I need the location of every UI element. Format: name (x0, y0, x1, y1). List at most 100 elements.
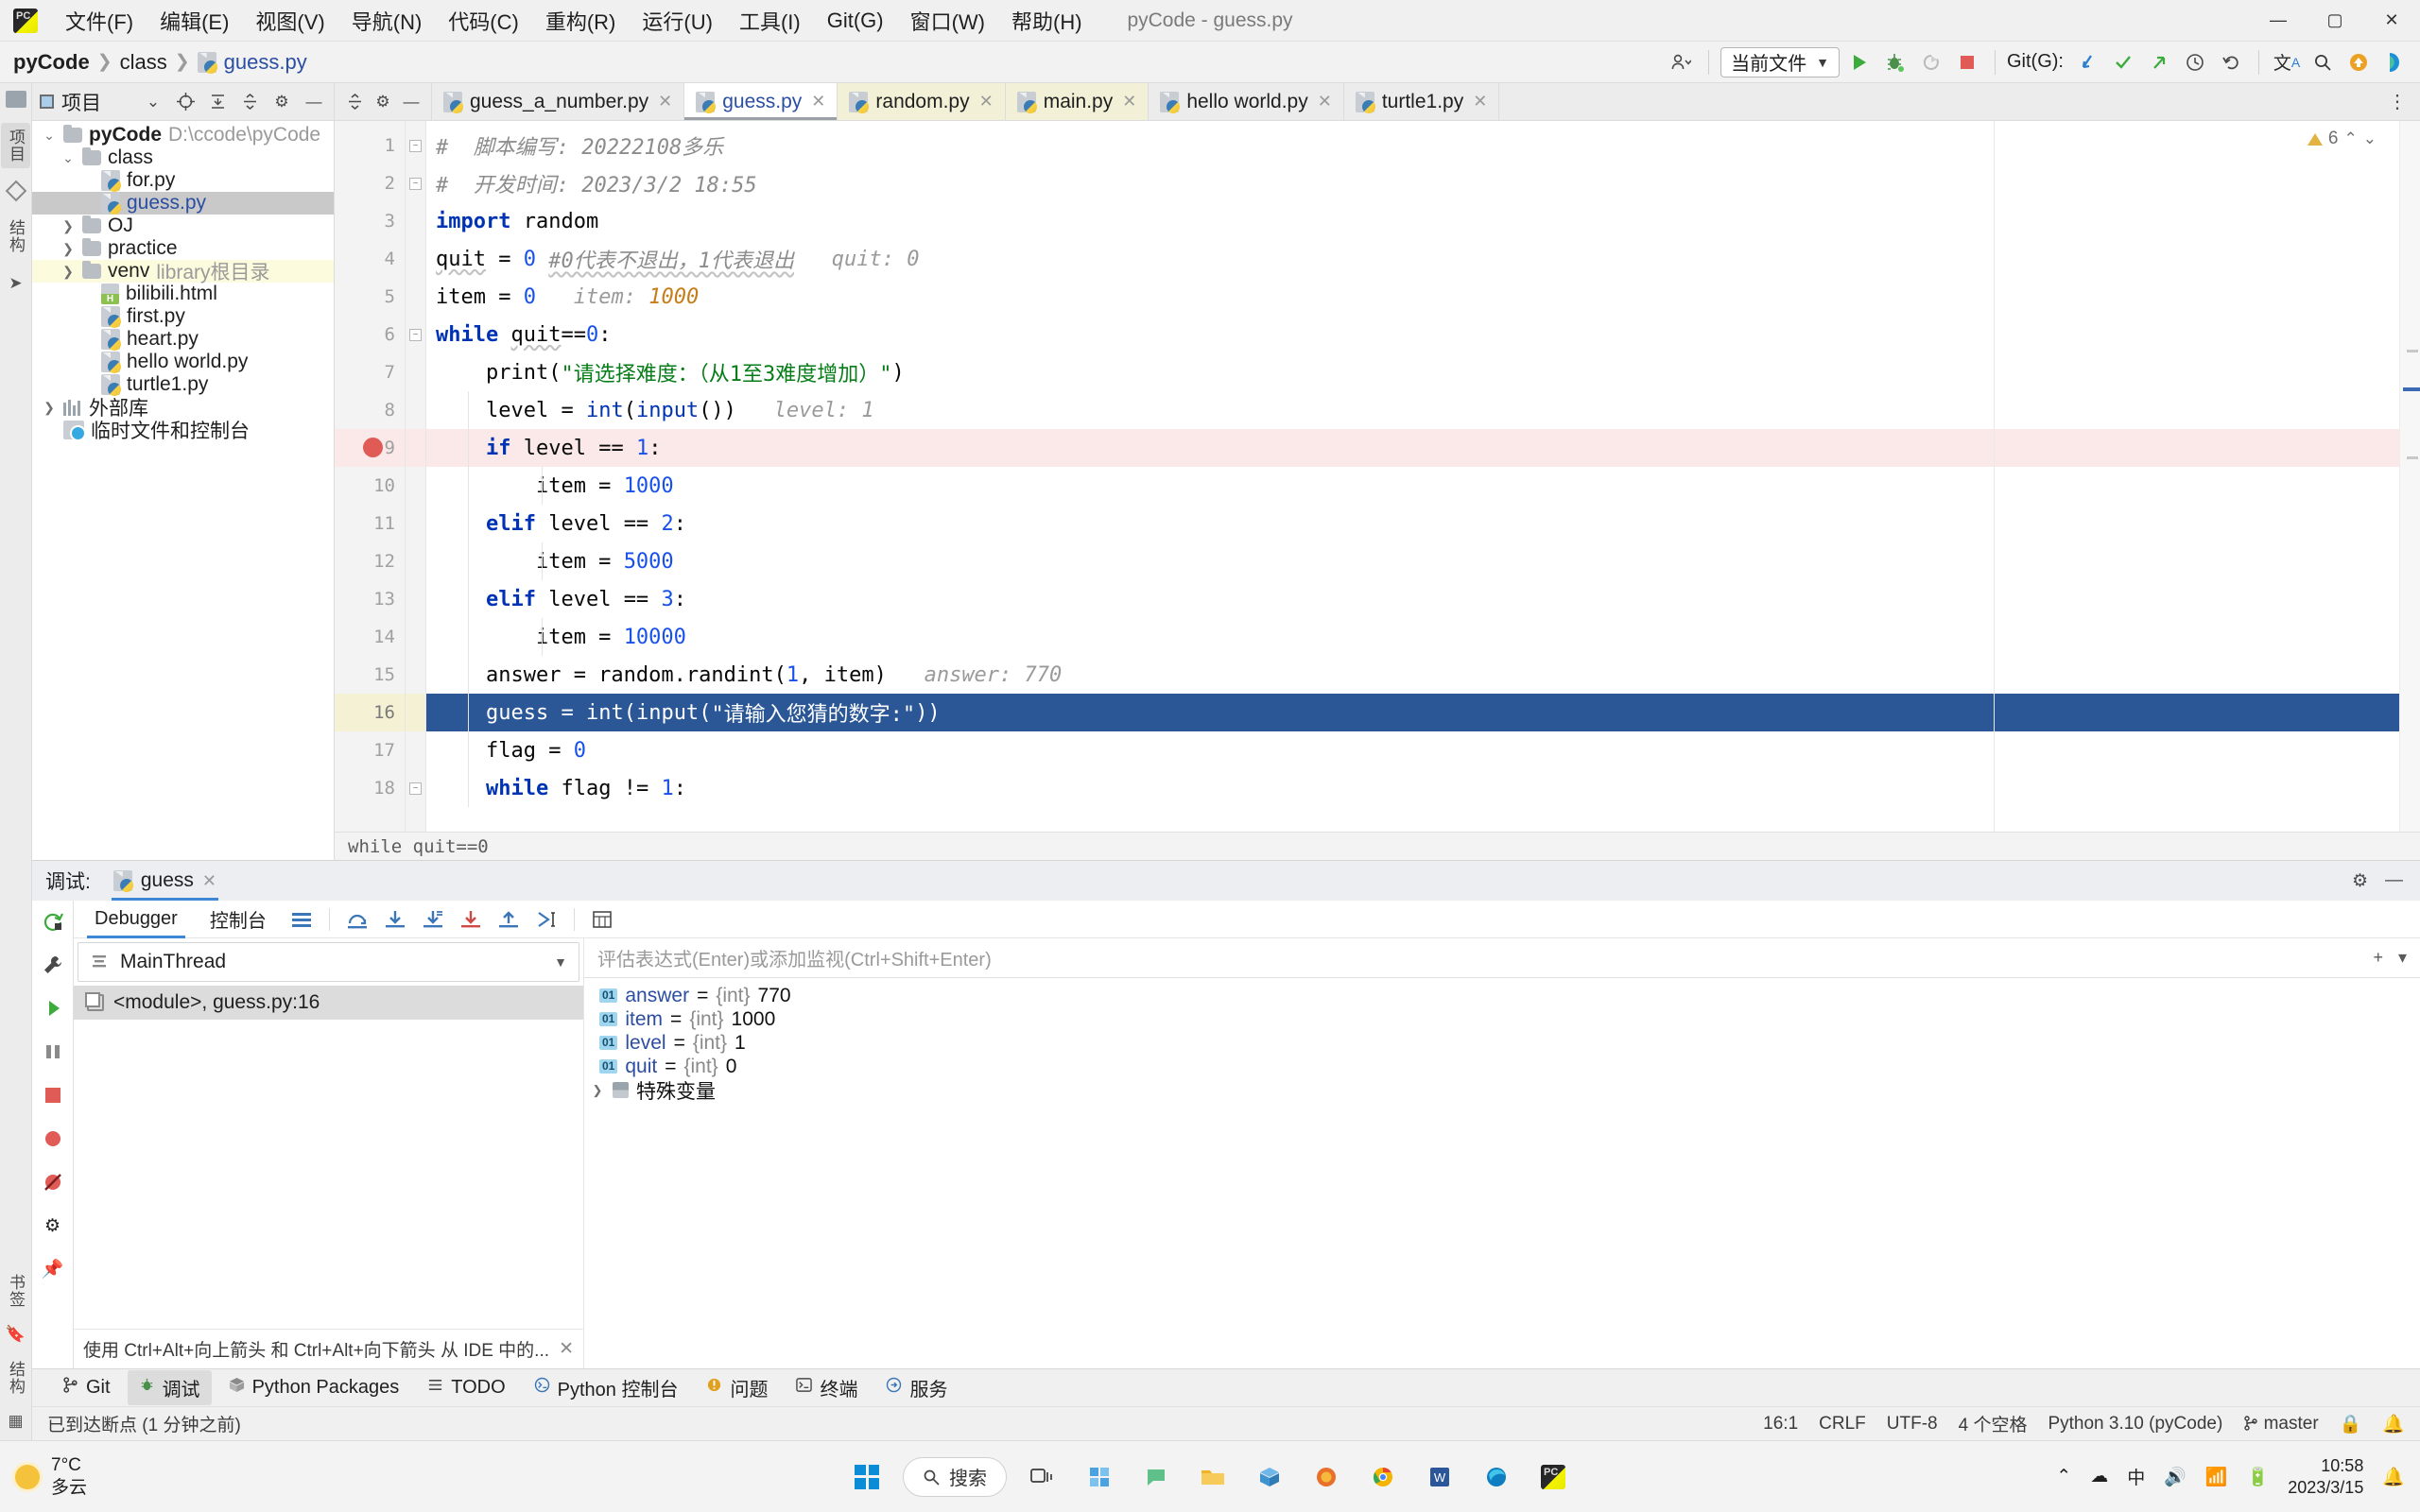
close-icon[interactable]: ✕ (1473, 92, 1487, 112)
menu-view[interactable]: 视图(V) (243, 1, 337, 41)
run-to-cursor-icon[interactable] (530, 905, 562, 934)
tree-row[interactable]: heart.py (32, 328, 334, 351)
fold-gutter[interactable]: − − − − (406, 121, 426, 832)
firefox-icon[interactable] (1305, 1456, 1347, 1498)
tree-row[interactable]: bilibili.html (32, 283, 334, 305)
breadcrumb-project[interactable]: pyCode (13, 50, 90, 75)
menu-refactor[interactable]: 重构(R) (533, 1, 629, 41)
word-icon[interactable]: W (1419, 1456, 1461, 1498)
code-line[interactable]: elif level == 2: (426, 505, 2399, 542)
fold-marker[interactable]: − (406, 127, 425, 164)
minimize-button[interactable]: — (2250, 0, 2307, 42)
tree-row[interactable]: for.py (32, 169, 334, 192)
hide-panel-icon[interactable]: — (302, 90, 326, 114)
inspection-summary[interactable]: 6 ⌃ ⌄ (2307, 129, 2377, 149)
expand-all-icon[interactable] (205, 90, 230, 114)
chevron-up-icon[interactable]: ⌃ (2056, 1466, 2071, 1487)
fold-marker[interactable] (406, 618, 425, 656)
tree-twisty[interactable]: ❯ (60, 241, 76, 257)
code-line[interactable]: if level == 1: (426, 429, 2399, 467)
editor-settings-icon[interactable]: ⚙ (371, 90, 395, 114)
bottom-tab-python-console[interactable]: Python 控制台 (523, 1370, 690, 1405)
chevron-down-icon[interactable]: ▼ (554, 954, 567, 970)
close-icon[interactable]: ✕ (979, 92, 994, 112)
bookmark-icon[interactable]: 🔖 (6, 1325, 26, 1344)
translate-icon[interactable]: 文A (2271, 47, 2303, 77)
fold-marker[interactable] (406, 731, 425, 769)
code-line[interactable]: quit = 0 #0代表不退出，1代表退出 quit: 0 (426, 240, 2399, 278)
editor-hide-icon[interactable]: — (399, 90, 424, 114)
notification-center-icon[interactable]: 🔔 (2382, 1466, 2405, 1488)
code-line[interactable]: answer = random.randint(1, item) answer:… (426, 656, 2399, 694)
editor-tab[interactable]: guess_a_number.py ✕ (432, 83, 685, 120)
ai-assistant-icon[interactable] (2378, 47, 2411, 77)
fold-marker[interactable]: − (406, 769, 425, 807)
wifi-icon[interactable]: 📶 (2205, 1466, 2228, 1488)
tree-twisty[interactable]: ❯ (60, 218, 76, 234)
variable-row[interactable]: ❯ 特殊变量 (584, 1078, 2420, 1103)
taskbar-search[interactable]: 搜索 (903, 1456, 1007, 1497)
tree-row[interactable]: turtle1.py (32, 373, 334, 396)
menu-run[interactable]: 运行(U) (630, 1, 725, 41)
breadcrumb-file[interactable]: guess.py (224, 50, 307, 75)
favorites-stripe-icon[interactable]: ➤ (9, 274, 22, 293)
tree-row[interactable]: first.py (32, 305, 334, 328)
taskbar-clock[interactable]: 10:58 2023/3/15 (2288, 1455, 2363, 1498)
chevron-down-icon[interactable]: ⌄ (2363, 129, 2377, 148)
chevron-down-icon[interactable]: ▾ (2398, 948, 2407, 968)
fold-marker[interactable] (406, 694, 425, 731)
fold-marker[interactable]: − (406, 164, 425, 202)
cloud-icon[interactable]: ☁ (2090, 1466, 2108, 1487)
code-line[interactable]: level = int(input()) level: 1 (426, 391, 2399, 429)
view-breakpoints-icon[interactable] (40, 1125, 66, 1152)
pycharm-taskbar-icon[interactable]: PC (1532, 1456, 1574, 1498)
code-text[interactable]: # 脚本编写: 20222108多乐 # 开发时间: 2023/3/2 18:55… (426, 121, 2399, 832)
fold-marker[interactable] (406, 542, 425, 580)
fold-toggle-icon[interactable]: − (409, 177, 422, 190)
search-icon[interactable] (2307, 47, 2339, 77)
code-line[interactable]: guess = int(input("请输入您猜的数字:")) (426, 694, 2399, 731)
notification-icon[interactable]: 🔔 (2382, 1413, 2405, 1435)
indent-setting[interactable]: 4 个空格 (1959, 1411, 2028, 1436)
chevron-up-icon[interactable]: ⌃ (2344, 129, 2358, 148)
tab-debugger[interactable]: Debugger (81, 901, 191, 938)
locate-icon[interactable] (173, 90, 198, 114)
layout-settings-icon[interactable] (285, 905, 318, 934)
debug-button[interactable] (1879, 47, 1911, 77)
pause-icon[interactable] (40, 1039, 66, 1065)
fold-marker[interactable] (406, 278, 425, 316)
chat-icon[interactable] (1135, 1456, 1177, 1498)
step-over-icon[interactable] (341, 905, 373, 934)
close-icon[interactable]: ✕ (202, 871, 216, 891)
maximize-button[interactable]: ▢ (2307, 0, 2363, 42)
code-line[interactable]: # 脚本编写: 20222108多乐 (426, 127, 2399, 164)
variable-row[interactable]: 01 item = {int} 1000 (584, 1007, 2420, 1031)
bottom-tab-services[interactable]: 服务 (874, 1370, 959, 1405)
tree-row[interactable]: ❯ venv library根目录 (32, 260, 334, 284)
stripe-tab-project[interactable]: 项目 (1, 123, 30, 168)
close-icon[interactable]: ✕ (811, 92, 825, 112)
collapse-all-icon[interactable] (237, 90, 262, 114)
caret-position[interactable]: 16:1 (1763, 1414, 1798, 1435)
stop-icon[interactable] (40, 1082, 66, 1108)
code-line[interactable]: while flag != 1: (426, 769, 2399, 807)
force-step-into-icon[interactable] (417, 905, 449, 934)
file-encoding[interactable]: UTF-8 (1887, 1414, 1938, 1435)
menu-git[interactable]: Git(G) (815, 4, 896, 38)
fold-toggle-icon[interactable]: − (409, 139, 422, 152)
bottom-tab-terminal[interactable]: 终端 (785, 1370, 869, 1405)
git-rollback-icon[interactable] (2215, 47, 2247, 77)
gear-icon[interactable]: ⚙ (40, 1212, 66, 1239)
code-line[interactable]: print("请选择难度：（从1至3难度增加）") (426, 353, 2399, 391)
tree-twisty[interactable]: ❯ (60, 264, 76, 280)
speaker-icon[interactable]: 🔊 (2164, 1466, 2187, 1488)
close-icon[interactable]: ✕ (559, 1338, 574, 1360)
resume-icon[interactable] (40, 995, 66, 1022)
git-branch[interactable]: master (2243, 1414, 2319, 1435)
lock-icon[interactable]: 🔒 (2340, 1413, 2362, 1435)
fold-marker[interactable] (406, 505, 425, 542)
git-update-icon[interactable] (2071, 47, 2103, 77)
code-viewport[interactable]: 1 2 3 4 5 6 7 8 9 10 11 12 13 14 15 16 17 18 − − − − # 脚本编写:… (335, 121, 2420, 832)
git-commit-icon[interactable] (2107, 47, 2139, 77)
code-line[interactable]: item = 5000 (426, 542, 2399, 580)
